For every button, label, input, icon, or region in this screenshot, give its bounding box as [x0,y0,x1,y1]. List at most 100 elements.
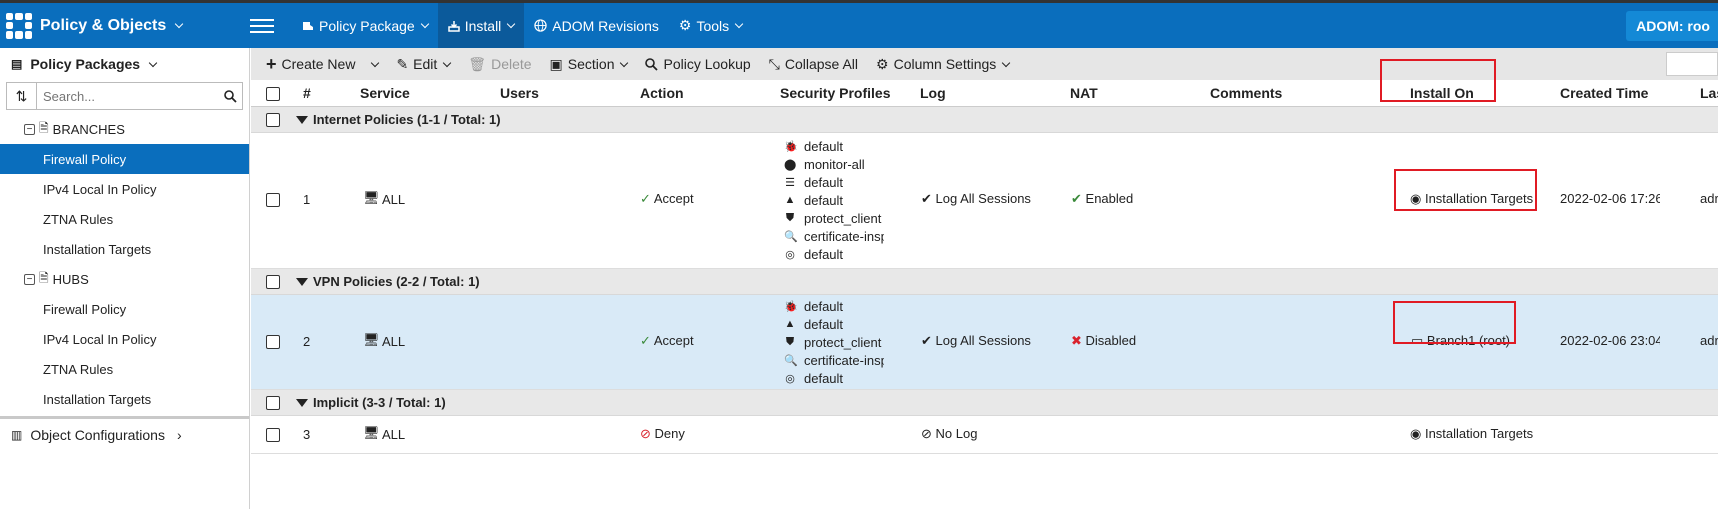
column-header-security-profiles[interactable]: Security Profiles [780,85,891,101]
profile-item[interactable]: 🐞 default [784,137,884,155]
collapse-icon: ⤡ [768,55,780,72]
search-icon[interactable] [218,83,242,109]
column-header-users[interactable]: Users [500,85,539,101]
section-checkbox[interactable] [266,113,280,127]
dns-filter-icon: ☰ [785,176,795,189]
profile-item[interactable]: 🐞 default [784,297,884,315]
log-label: Log All Sessions [935,333,1031,348]
section-header[interactable]: Internet Policies (1-1 / Total: 1) [251,107,1718,133]
profile-item[interactable]: 🔍 certificate-inspect [784,351,884,369]
profile-item[interactable]: ▲ default [784,191,884,209]
sidebar-item-ztna-rules[interactable]: ZTNA Rules [0,354,249,384]
section-button[interactable]: ▣ Section [550,56,629,73]
column-header-log[interactable]: Log [920,85,946,101]
row-id: 1 [303,192,311,207]
column-settings-button[interactable]: ⚙ Column Settings [876,56,1011,73]
sidebar-item-ipv4-local-in-policy[interactable]: IPv4 Local In Policy [0,174,249,204]
collapse-icon[interactable]: − [24,123,35,135]
sort-icon[interactable]: ⇅ [7,83,37,109]
sidebar-item-installation-targets[interactable]: Installation Targets [0,234,249,264]
section-header[interactable]: Implicit (3-3 / Total: 1) [251,390,1718,416]
column-header-service[interactable]: Service [360,85,410,101]
profile-item[interactable]: ◎ default [784,245,884,263]
adom-selector[interactable]: ADOM: roo [1626,11,1718,41]
column-header-action[interactable]: Action [640,85,684,101]
collapse-all-button[interactable]: ⤡ Collapse All [769,56,858,73]
tree-group-hubs[interactable]: − 🗎 HUBS [0,264,249,294]
row-install-on[interactable]: ◉ Installation Targets [1410,426,1533,442]
radio-target-icon: ◉ [1410,426,1422,441]
toolbar-search-input[interactable] [1666,52,1718,76]
menu-icon[interactable] [250,3,274,48]
nat-label: Disabled [1085,333,1137,348]
section-checkbox[interactable] [266,396,280,410]
annotation-box-installation-targets [1394,169,1537,211]
action-label: Accept [653,333,694,348]
collapse-triangle-icon[interactable] [296,278,314,286]
column-header-last[interactable]: Las [1700,85,1718,101]
section-header[interactable]: VPN Policies (2-2 / Total: 1) [251,269,1718,295]
row-service[interactable]: ALL [382,334,405,349]
toolbar: + Create New ✎ Edit 🗑 Delete ▣ Section P… [251,48,1718,80]
column-header-created-time[interactable]: Created Time [1560,85,1648,101]
collapse-icon[interactable]: − [24,273,35,285]
profile-item[interactable]: ☰ default [784,173,884,191]
module-title: Policy & Objects [40,16,167,34]
column-header-nat[interactable]: NAT [1070,85,1098,101]
sidebar-item-firewall-policy[interactable]: Firewall Policy [0,294,249,324]
row-id: 2 [303,334,311,349]
profile-item[interactable]: ▲ default [784,315,884,333]
chevron-down-icon [1002,58,1011,67]
tree-group-branches[interactable]: − 🗎 BRANCHES [0,114,249,144]
select-all-checkbox[interactable] [266,87,280,101]
create-new-button[interactable]: + Create New [266,54,380,75]
column-header-comments[interactable]: Comments [1210,85,1282,101]
nav-install[interactable]: Install [437,3,525,48]
profile-item[interactable]: ⛊ protect_client [784,333,884,351]
profile-group-icon: ◎ [785,372,795,385]
delete-button[interactable]: 🗑 Delete [468,56,531,73]
sidebar-search: ⇅ [6,82,243,110]
row-log: ✔ Log All Sessions [921,191,1031,207]
profile-label: protect_client [804,210,882,226]
chevron-down-icon [148,58,158,67]
ips-shield-icon: ⛊ [785,211,795,224]
profile-item[interactable]: ⬤ monitor-all [784,155,884,173]
edit-button[interactable]: ✎ Edit [396,56,452,73]
sidebar-item-installation-targets[interactable]: Installation Targets [0,384,249,414]
row-checkbox[interactable] [266,428,280,442]
section-title: Internet Policies (1-1 / Total: 1) [313,112,501,127]
row-service[interactable]: ALL [382,192,405,207]
log-label: No Log [935,426,978,441]
profile-group-icon: ◎ [785,248,795,261]
section-checkbox[interactable] [266,275,280,289]
row-checkbox[interactable] [266,335,280,349]
row-action: ✓ Accept [640,191,694,207]
check-circle-icon: ✔ [921,333,932,348]
object-configurations-item[interactable]: ▥ Object Configurations › [0,419,249,451]
nav-tools[interactable]: ⚙ Tools [669,3,752,48]
row-checkbox[interactable] [266,193,280,207]
sidebar-item-ipv4-local-in-policy[interactable]: IPv4 Local In Policy [0,324,249,354]
table-row[interactable]: 3 🖥 ALL ⊘ Deny ⊘ No Log ◉ Installation T… [251,416,1718,454]
globe-icon [534,19,547,32]
chevron-down-icon[interactable] [371,58,380,67]
policy-packages-header[interactable]: ▤ Policy Packages [0,48,249,80]
nav-adom-revisions[interactable]: ADOM Revisions [524,3,669,48]
module-switcher[interactable]: Policy & Objects [0,3,250,48]
deny-icon: ⊘ [640,426,651,441]
profile-item[interactable]: 🔍 certificate-inspect [784,227,884,245]
policy-table: # Service Users Action Security Profiles… [251,59,1718,454]
profile-item[interactable]: ◎ default [784,369,884,387]
sidebar-item-ztna-rules[interactable]: ZTNA Rules [0,204,249,234]
collapse-triangle-icon[interactable] [296,116,314,124]
row-nat: ✔ Enabled [1071,191,1133,207]
sidebar-item-firewall-policy[interactable]: Firewall Policy [0,144,249,174]
search-input[interactable] [37,83,218,109]
collapse-triangle-icon[interactable] [296,399,314,407]
profile-item[interactable]: ⛊ protect_client [784,209,884,227]
row-service[interactable]: ALL [382,427,405,442]
nav-policy-package[interactable]: Policy Package [292,3,438,48]
column-header-id[interactable]: # [303,85,311,101]
policy-lookup-button[interactable]: Policy Lookup [645,56,751,72]
